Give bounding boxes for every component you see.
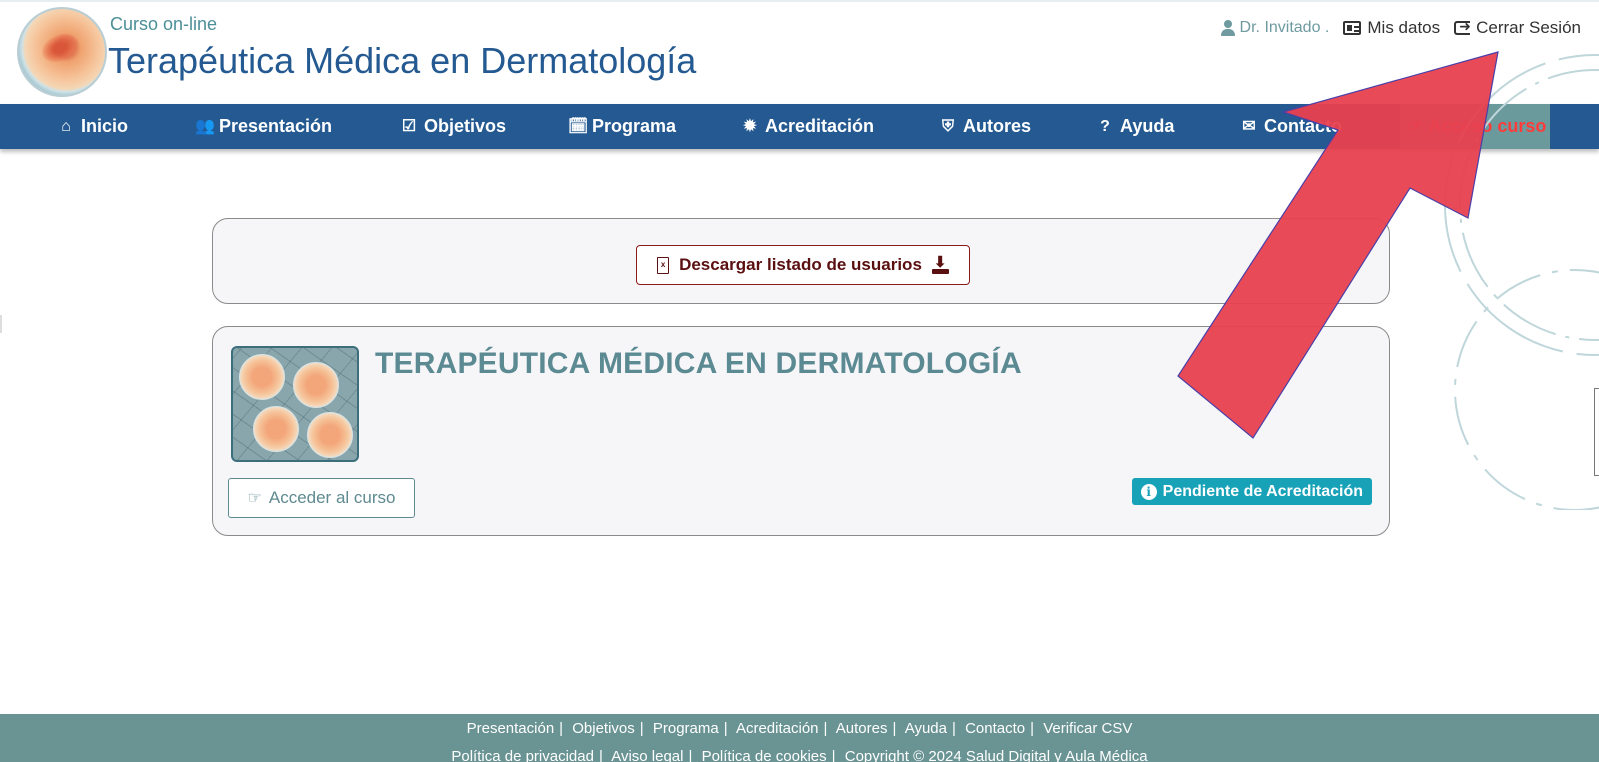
status-label: Pendiente de Acreditación: [1162, 482, 1363, 500]
footer-link-cookies[interactable]: Política de cookies: [702, 748, 827, 762]
download-panel: x Descargar listado de usuarios: [212, 218, 1390, 304]
nav-item-acreditacion[interactable]: ✹ Acreditación: [741, 104, 874, 149]
footer-copyright: Copyright © 2024 Salud Digital y Aula Mé…: [844, 748, 1148, 762]
nav-label: Autores: [963, 116, 1032, 136]
nav-item-programa[interactable]: 🗓 Programa: [568, 104, 676, 149]
nav-item-presentacion[interactable]: 👥 Presentación: [195, 104, 332, 149]
envelope-icon: ✉: [1242, 117, 1256, 135]
nav-item-inicio[interactable]: ⌂ Inicio: [57, 104, 128, 149]
info-icon: i: [1140, 483, 1157, 500]
site-title[interactable]: Terapéutica Médica en Dermatología: [108, 40, 696, 82]
nav-item-contacto[interactable]: ✉ Contacto: [1240, 104, 1342, 149]
nav-item-objetivos[interactable]: ☑ Objetivos: [400, 104, 506, 149]
course-card: TERAPÉUTICA MÉDICA EN DERMATOLOGÍA ☞ Acc…: [212, 326, 1390, 536]
user-name-label: Dr. Invitado .: [1239, 19, 1330, 36]
nav-label: Presentación: [219, 116, 333, 136]
nav-label: Acreditación: [765, 116, 875, 136]
access-course-button[interactable]: ☞ Acceder al curso: [228, 478, 415, 518]
nav-label: Contacto: [1264, 116, 1342, 136]
shield-icon: ⛨: [941, 117, 954, 135]
main-nav: ⌂ Inicio 👥 Presentación ☑ Objetivos 🗓 Pr…: [0, 104, 1599, 149]
download-label: Descargar listado de usuarios: [679, 255, 922, 274]
footer-link-autores[interactable]: Autores: [836, 720, 888, 737]
footer-link-objetivos[interactable]: Objetivos: [572, 720, 635, 737]
nav-label: Programa: [592, 116, 677, 136]
side-tab[interactable]: [1594, 388, 1599, 476]
footer-link-contacto[interactable]: Contacto: [965, 720, 1025, 737]
calendar-check-icon: 🗓: [568, 117, 589, 135]
my-data-label: Mis datos: [1367, 18, 1441, 37]
footer-link-privacidad[interactable]: Política de privacidad: [451, 748, 594, 762]
access-course-label: Acceder al curso: [268, 488, 396, 507]
nav-label: Objetivos: [424, 116, 507, 136]
footer-link-acreditacion[interactable]: Acreditación: [736, 720, 819, 737]
id-card-icon: [1343, 21, 1362, 35]
footer-link-presentacion[interactable]: Presentación: [467, 720, 555, 737]
certificate-icon: ✹: [743, 117, 757, 135]
nav-label: Inicio: [81, 116, 129, 136]
nav-item-ayuda[interactable]: ? Ayuda: [1096, 104, 1174, 149]
check-square-icon: ☑: [401, 117, 417, 135]
footer-link-programa[interactable]: Programa: [653, 720, 719, 737]
logout-label: Cerrar Sesión: [1476, 18, 1581, 37]
user-area: Dr. Invitado . Mis datos Cerrar Sesión: [1220, 18, 1581, 38]
download-users-button[interactable]: x Descargar listado de usuarios: [636, 245, 970, 285]
site-header: Curso on-line Terapéutica Médica en Derm…: [0, 2, 1599, 104]
course-image[interactable]: [231, 346, 359, 462]
footer-link-aviso-legal[interactable]: Aviso legal: [611, 748, 683, 762]
users-icon: 👥: [195, 117, 215, 135]
footer-link-verificar-csv[interactable]: Verificar CSV: [1043, 720, 1132, 737]
footer-link-ayuda[interactable]: Ayuda: [905, 720, 947, 737]
course-logo[interactable]: [17, 7, 107, 97]
sign-out-icon: [1454, 18, 1471, 35]
excel-file-icon: x: [657, 256, 670, 274]
decorative-rings: [1444, 54, 1599, 510]
user-name: Dr. Invitado .: [1220, 19, 1330, 37]
home-icon: ⌂: [61, 117, 71, 135]
download-icon: [931, 253, 949, 274]
header-subtitle: Curso on-line: [110, 14, 218, 34]
question-circle-icon: ?: [1100, 117, 1110, 135]
my-data-link[interactable]: Mis datos: [1343, 18, 1440, 38]
course-title[interactable]: TERAPÉUTICA MÉDICA EN DERMATOLOGÍA: [375, 347, 1022, 381]
left-edge-mark: [0, 315, 2, 333]
logout-link[interactable]: Cerrar Sesión: [1454, 18, 1581, 38]
user-icon: [1220, 20, 1235, 36]
status-badge: i Pendiente de Acreditación: [1131, 478, 1372, 505]
nav-item-autores[interactable]: ⛨ Autores: [939, 104, 1031, 149]
footer-links-row: Presentación | Objetivos | Programa | Acred…: [466, 720, 1133, 737]
hand-point-right-icon: ☞: [247, 490, 262, 507]
footer-legal-row: Política de privacidad | Aviso legal | Pol…: [0, 748, 1599, 762]
site-footer: Presentación | Objetivos | Programa | Acred…: [0, 714, 1599, 762]
nav-label: Ayuda: [1120, 116, 1175, 136]
